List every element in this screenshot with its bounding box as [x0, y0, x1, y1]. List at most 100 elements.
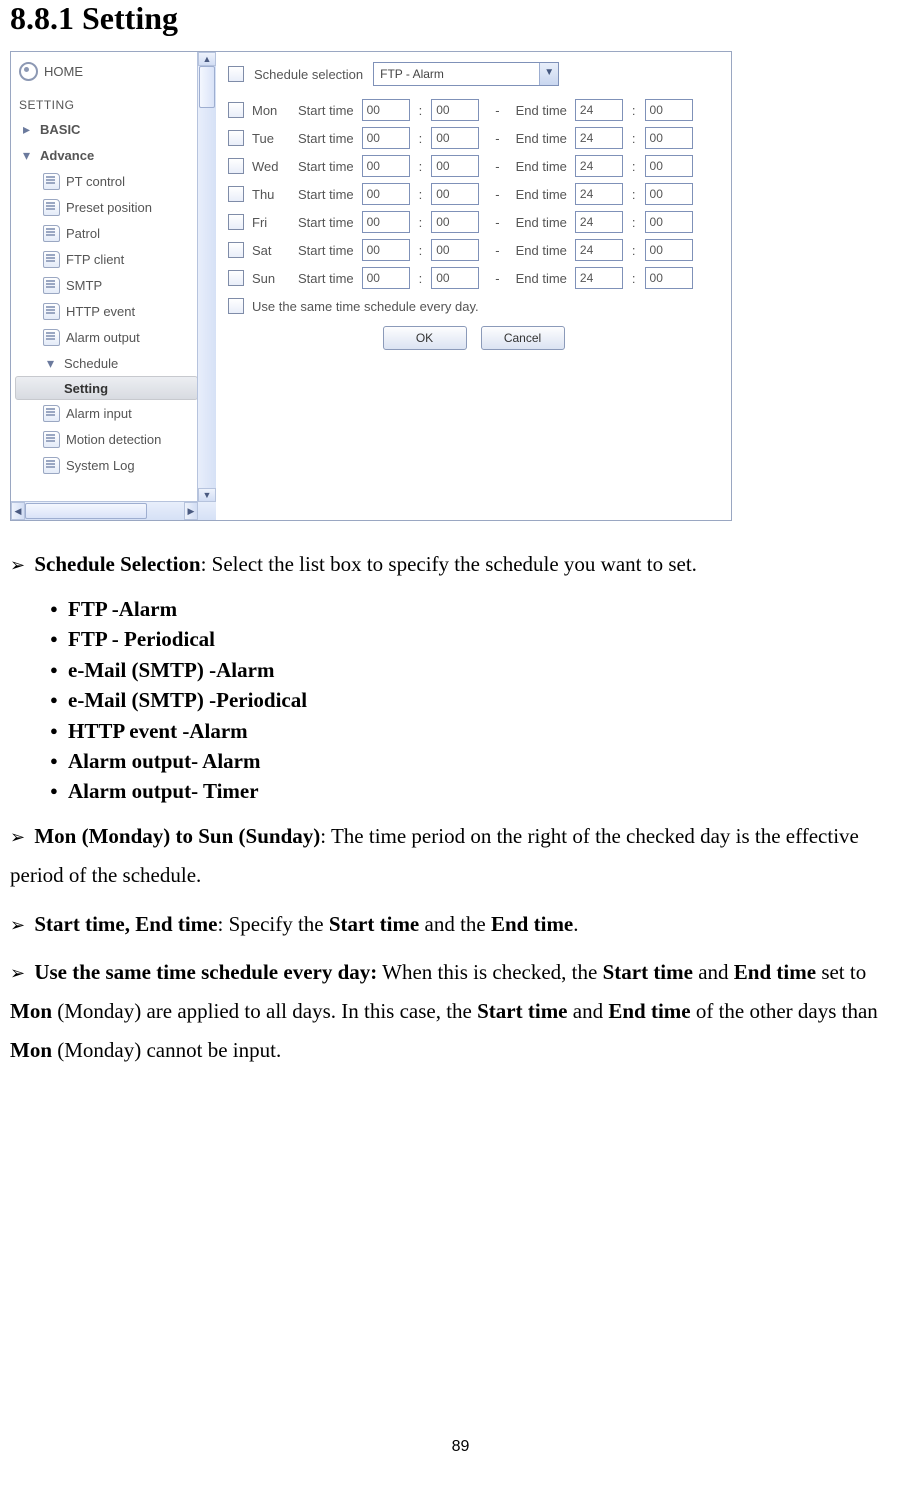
sat-start-min[interactable]: 00 [431, 239, 479, 261]
tue-end-hour[interactable]: 24 [575, 127, 623, 149]
dash: - [487, 271, 507, 286]
nav-schedule-setting[interactable]: Setting [15, 376, 198, 400]
nav-home[interactable]: HOME [15, 58, 198, 84]
tue-start-min[interactable]: 00 [431, 127, 479, 149]
mon-end-hour[interactable]: 24 [575, 99, 623, 121]
vertical-scrollbar[interactable]: ▲ ▼ [197, 52, 216, 502]
scroll-left-icon[interactable]: ◀ [11, 502, 25, 520]
tue-end-min[interactable]: 00 [645, 127, 693, 149]
fri-end-min[interactable]: 00 [645, 211, 693, 233]
mon-checkbox[interactable] [228, 102, 244, 118]
scroll-thumb[interactable] [25, 503, 147, 519]
schedule-selection-checkbox[interactable] [228, 66, 244, 82]
list-item: FTP - Periodical [68, 624, 911, 654]
sat-end-hour[interactable]: 24 [575, 239, 623, 261]
folder-closed-icon: ▸ [19, 122, 34, 137]
colon: : [418, 159, 424, 174]
text: . [573, 912, 578, 936]
colon: : [631, 271, 637, 286]
scroll-up-icon[interactable]: ▲ [198, 52, 216, 66]
text: When this is checked, the [377, 960, 602, 984]
mon-start-hour[interactable]: 00 [362, 99, 410, 121]
colon: : [631, 103, 637, 118]
nav-preset-position[interactable]: Preset position [15, 194, 198, 220]
thu-start-min[interactable]: 00 [431, 183, 479, 205]
bold-text: End time [608, 999, 690, 1023]
list-item: Alarm output- Alarm [68, 746, 911, 776]
bold-text: Use the same time schedule every day: [34, 960, 377, 984]
fri-checkbox[interactable] [228, 214, 244, 230]
nav-smtp[interactable]: SMTP [15, 272, 198, 298]
sun-start-min[interactable]: 00 [431, 267, 479, 289]
scroll-thumb[interactable] [199, 66, 215, 108]
dash: - [487, 215, 507, 230]
start-label: Start time [298, 215, 354, 230]
nav-patrol[interactable]: Patrol [15, 220, 198, 246]
nav-alarm-input[interactable]: Alarm input [15, 400, 198, 426]
text: and [568, 999, 609, 1023]
sat-checkbox[interactable] [228, 242, 244, 258]
bold-text: Start time [603, 960, 693, 984]
sat-end-min[interactable]: 00 [645, 239, 693, 261]
end-label: End time [516, 187, 567, 202]
wed-start-hour[interactable]: 00 [362, 155, 410, 177]
colon: : [631, 215, 637, 230]
day-label: Wed [252, 159, 290, 174]
wed-end-min[interactable]: 00 [645, 155, 693, 177]
nav-system-log[interactable]: System Log [15, 452, 198, 478]
wed-start-min[interactable]: 00 [431, 155, 479, 177]
nav-basic[interactable]: ▸ BASIC [15, 116, 198, 142]
nav-label: HOME [44, 64, 83, 79]
fri-start-hour[interactable]: 00 [362, 211, 410, 233]
scroll-right-icon[interactable]: ▶ [184, 502, 198, 520]
tue-start-hour[interactable]: 00 [362, 127, 410, 149]
sun-end-min[interactable]: 00 [645, 267, 693, 289]
colon: : [631, 131, 637, 146]
wed-end-hour[interactable]: 24 [575, 155, 623, 177]
doc-icon [43, 251, 60, 268]
thu-end-min[interactable]: 00 [645, 183, 693, 205]
same-time-checkbox[interactable] [228, 298, 244, 314]
dash: - [487, 103, 507, 118]
nav-alarm-output[interactable]: Alarm output [15, 324, 198, 350]
mon-start-min[interactable]: 00 [431, 99, 479, 121]
bold-text: Mon [10, 1038, 52, 1062]
schedule-selection-dropdown[interactable]: FTP - Alarm ▼ [373, 62, 559, 86]
fri-end-hour[interactable]: 24 [575, 211, 623, 233]
nav-label: Patrol [66, 226, 100, 241]
nav-pt-control[interactable]: PT control [15, 168, 198, 194]
tue-checkbox[interactable] [228, 130, 244, 146]
nav-advance[interactable]: ▾ Advance [15, 142, 198, 168]
sun-end-hour[interactable]: 24 [575, 267, 623, 289]
nav-http-event[interactable]: HTTP event [15, 298, 198, 324]
nav-ftp-client[interactable]: FTP client [15, 246, 198, 272]
cancel-button[interactable]: Cancel [481, 326, 565, 350]
sun-checkbox[interactable] [228, 270, 244, 286]
wed-checkbox[interactable] [228, 158, 244, 174]
thu-checkbox[interactable] [228, 186, 244, 202]
nav-motion-detection[interactable]: Motion detection [15, 426, 198, 452]
nav-label: Schedule [64, 356, 118, 371]
mon-end-min[interactable]: 00 [645, 99, 693, 121]
nav-schedule[interactable]: ▾ Schedule [15, 350, 198, 376]
folder-open-icon: ▾ [19, 148, 34, 163]
fri-start-min[interactable]: 00 [431, 211, 479, 233]
end-label: End time [516, 271, 567, 286]
gear-icon [19, 62, 38, 81]
ok-button[interactable]: OK [383, 326, 467, 350]
doc-icon [43, 303, 60, 320]
sat-start-hour[interactable]: 00 [362, 239, 410, 261]
nav-label: Alarm output [66, 330, 140, 345]
scroll-down-icon[interactable]: ▼ [198, 488, 216, 502]
thu-end-hour[interactable]: 24 [575, 183, 623, 205]
day-label: Sun [252, 271, 290, 286]
thu-start-hour[interactable]: 00 [362, 183, 410, 205]
sun-start-hour[interactable]: 00 [362, 267, 410, 289]
horizontal-scrollbar[interactable]: ◀ ▶ [11, 501, 216, 520]
bullet-icon: ➢ [10, 963, 25, 983]
nav-label: Setting [64, 381, 108, 396]
chevron-down-icon[interactable]: ▼ [539, 63, 558, 85]
nav-label: BASIC [40, 122, 80, 137]
text: of the other days than [691, 999, 878, 1023]
start-label: Start time [298, 131, 354, 146]
